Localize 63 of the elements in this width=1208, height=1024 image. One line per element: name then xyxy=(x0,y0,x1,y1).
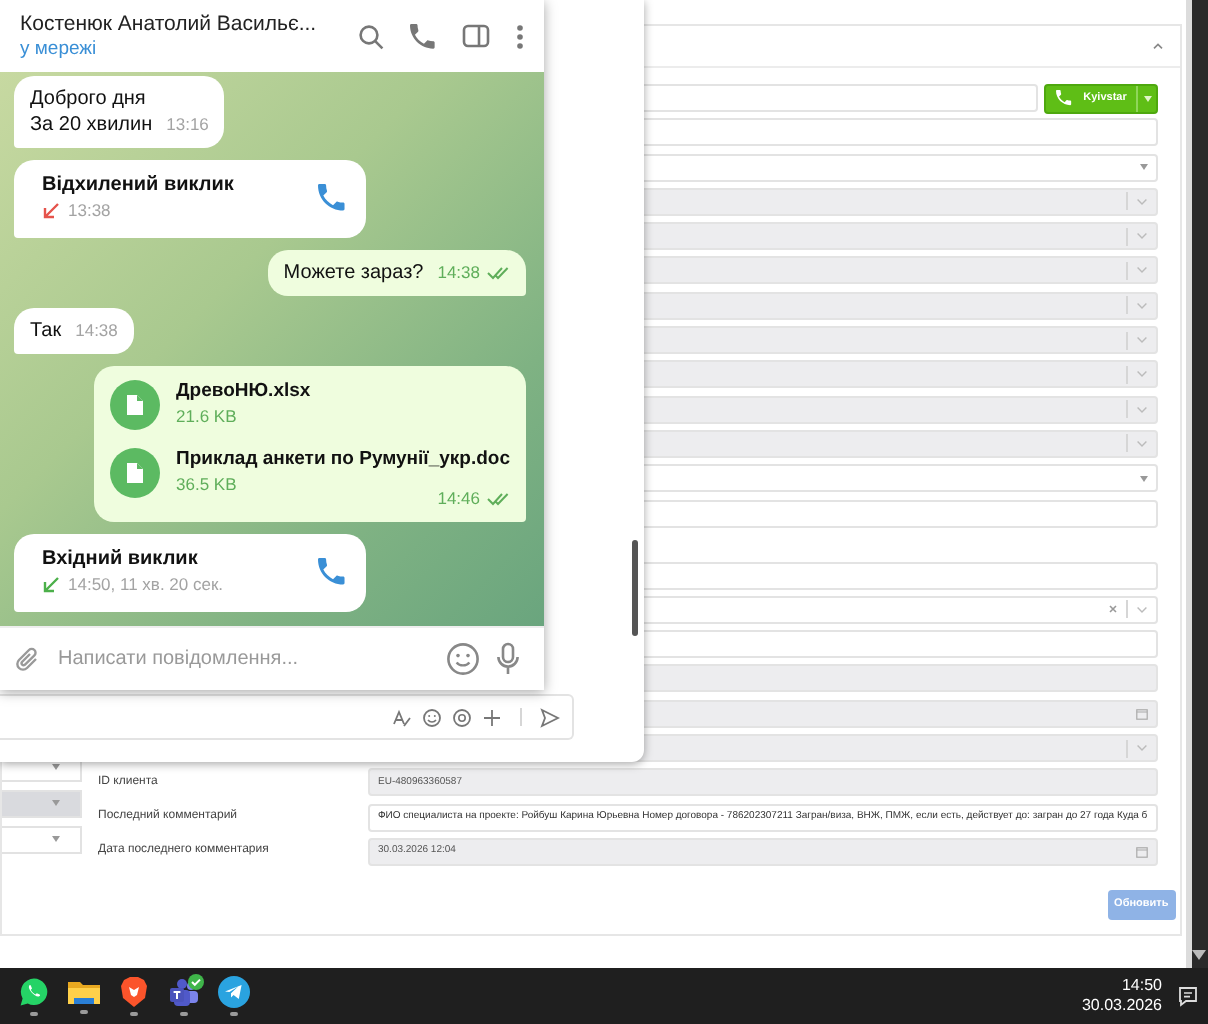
file-name[interactable]: Приклад анкети по Румунії_укр.doc xyxy=(176,446,510,472)
scrollbar-thumb[interactable] xyxy=(632,540,638,636)
chevron-up-icon[interactable] xyxy=(1151,42,1164,50)
file-size: 36.5 KB xyxy=(176,472,239,498)
message-time: 13:16 xyxy=(166,112,209,138)
chevron-down-icon xyxy=(1135,605,1148,614)
more-icon[interactable] xyxy=(516,23,524,49)
call-title: Вхідний виклик xyxy=(42,546,200,572)
plus-icon[interactable] xyxy=(482,707,502,727)
chevron-down-icon xyxy=(1135,266,1148,275)
message-text: Можете зараз? xyxy=(283,260,424,286)
call-title: Відхилений виклик xyxy=(42,172,234,198)
file-size: 21.6 KB xyxy=(176,404,239,430)
chevron-down-icon xyxy=(1135,301,1148,310)
message-time: 14:38 xyxy=(437,260,510,286)
notification-icon[interactable] xyxy=(1178,985,1200,1007)
contact-name[interactable]: Костенюк Анатолий Васильє... xyxy=(20,11,317,37)
clock-date[interactable]: 30.03.2026 xyxy=(1081,996,1162,1016)
smile-icon[interactable] xyxy=(422,707,442,727)
send-icon[interactable] xyxy=(540,707,560,727)
phone-icon xyxy=(1055,90,1072,106)
call-details: 13:38 xyxy=(68,198,111,224)
caret-down-icon xyxy=(1139,475,1148,482)
caret-down-icon xyxy=(1143,95,1152,101)
chevron-down-icon xyxy=(1135,405,1148,414)
microphone-icon[interactable] xyxy=(496,642,520,676)
chevron-down-icon xyxy=(1135,232,1148,241)
sticker-icon[interactable] xyxy=(452,707,472,727)
folder-icon[interactable] xyxy=(67,978,99,1007)
clear-icon[interactable] xyxy=(1107,604,1118,615)
calendar-icon xyxy=(1135,707,1148,720)
message-time: 14:46 xyxy=(437,486,510,512)
document-icon[interactable] xyxy=(110,379,161,429)
call-details: 14:50, 11 хв. 20 сек. xyxy=(68,572,224,598)
speech-bubble-icon[interactable] xyxy=(17,976,49,1009)
file-name[interactable]: ДревоНЮ.xlsx xyxy=(176,378,311,404)
chevron-down-icon xyxy=(1135,439,1148,448)
calendar-icon xyxy=(1135,845,1148,858)
chevron-down-icon xyxy=(1135,197,1148,206)
message-text: Доброго дня За 20 хвилин xyxy=(30,86,153,138)
document-icon[interactable] xyxy=(110,447,161,497)
caret-down-icon xyxy=(52,800,60,807)
paperclip-icon[interactable] xyxy=(14,645,42,673)
contact-status: у мережі xyxy=(20,37,99,61)
chevron-down-icon xyxy=(1135,370,1148,379)
sidebar-toggle-icon[interactable] xyxy=(462,24,490,48)
scroll-down-icon[interactable] xyxy=(1192,950,1207,960)
smile-icon[interactable] xyxy=(446,642,480,676)
paper-plane-icon[interactable] xyxy=(217,976,249,1009)
clock-time[interactable]: 14:50 xyxy=(1081,976,1162,996)
text-format-icon[interactable] xyxy=(392,707,412,727)
message-time: 14:38 xyxy=(75,318,118,344)
phone-icon[interactable] xyxy=(318,558,346,586)
chevron-down-icon xyxy=(1135,744,1148,753)
caret-down-icon xyxy=(1139,164,1148,171)
dropdown-field[interactable] xyxy=(2,825,82,854)
message-text: Так xyxy=(30,318,62,344)
search-icon[interactable] xyxy=(358,23,384,49)
caret-down-icon xyxy=(52,836,60,843)
phone-icon[interactable] xyxy=(318,184,346,212)
shield-icon[interactable] xyxy=(119,976,147,1009)
phone-icon[interactable] xyxy=(410,23,436,49)
chevron-down-icon xyxy=(1135,336,1148,345)
